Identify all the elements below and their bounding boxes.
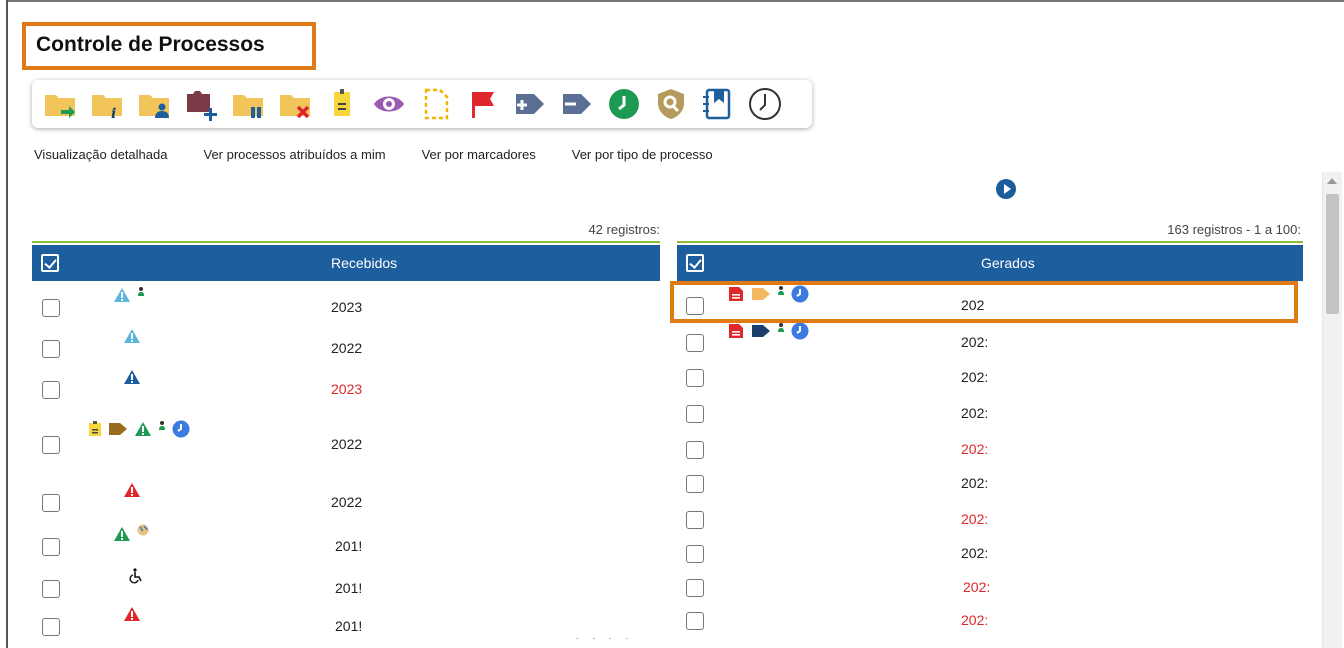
generated-select-all-checkbox[interactable]: [686, 254, 704, 272]
bookmark-list-icon[interactable]: [698, 84, 738, 124]
shield-search-icon[interactable]: [651, 84, 691, 124]
generated-row-checkbox[interactable]: [686, 511, 704, 529]
view-detailed-link[interactable]: Visualização detalhada: [34, 147, 167, 162]
toolbar: i: [32, 80, 812, 128]
page-title: Controle de Processos: [36, 33, 265, 56]
svg-text:i: i: [111, 106, 116, 122]
tag-remove-icon[interactable]: [557, 84, 597, 124]
clock-icon[interactable]: [604, 84, 644, 124]
generated-row-checkbox[interactable]: [686, 579, 704, 597]
generated-process-link[interactable]: 202:: [961, 441, 988, 457]
generated-table-row: 202:: [0, 507, 1300, 537]
view-links: Visualização detalhada Ver processos atr…: [34, 147, 749, 162]
generated-row-checkbox[interactable]: [686, 475, 704, 493]
generated-process-link[interactable]: 202:: [961, 612, 988, 628]
scroll-up-arrow-icon[interactable]: [1327, 178, 1337, 184]
generated-table-row: 202:: [0, 365, 1300, 395]
generated-table-row: 202:: [0, 471, 1300, 501]
generated-table-row: 202:: [0, 437, 1300, 467]
received-header-accent: [32, 241, 660, 243]
folder-pause-icon[interactable]: [228, 84, 268, 124]
dashed-document-icon[interactable]: [416, 84, 456, 124]
scroll-thumb[interactable]: [1326, 194, 1339, 314]
received-count: 42 registros:: [588, 222, 660, 237]
generated-process-link[interactable]: 202:: [961, 369, 988, 385]
generated-table-row: 202:: [0, 401, 1300, 431]
generated-table-row: 202:: [0, 608, 1300, 638]
received-table-header: Recebidos: [32, 245, 660, 281]
generated-row-checkbox[interactable]: [686, 334, 704, 352]
generated-table-row: 202:: [0, 322, 1300, 360]
generated-process-link[interactable]: 202:: [961, 334, 988, 350]
person-small-icon[interactable]: [777, 322, 785, 333]
play-icon[interactable]: [996, 179, 1016, 199]
eye-icon[interactable]: [369, 84, 409, 124]
tag-navy-icon[interactable]: [751, 323, 771, 339]
received-header-label: Recebidos: [331, 255, 398, 271]
clock-blue-icon[interactable]: [791, 322, 809, 340]
folder-send-icon[interactable]: [40, 84, 80, 124]
generated-table-row: 202:: [0, 575, 1300, 605]
generated-count: 163 registros - 1 a 100:: [1167, 222, 1301, 237]
generated-row-checkbox[interactable]: [686, 369, 704, 387]
view-markers-link[interactable]: Ver por marcadores: [422, 147, 536, 162]
folder-add-icon[interactable]: [181, 84, 221, 124]
generated-table-row: 202:: [0, 541, 1300, 571]
generated-header-accent: [677, 241, 1303, 243]
generated-process-link[interactable]: 202:: [961, 545, 988, 561]
generated-row-checkbox[interactable]: [686, 545, 704, 563]
note-icon[interactable]: [322, 84, 362, 124]
generated-header-label: Gerados: [981, 255, 1035, 271]
generated-row-icons: [727, 322, 809, 340]
generated-row-checkbox[interactable]: [686, 441, 704, 459]
generated-process-link[interactable]: 202:: [961, 511, 988, 527]
vertical-scrollbar[interactable]: [1322, 172, 1342, 648]
row-highlight-box: [670, 281, 1298, 323]
flag-icon[interactable]: [463, 84, 503, 124]
tag-add-icon[interactable]: [510, 84, 550, 124]
generated-row-checkbox[interactable]: [686, 405, 704, 423]
view-assigned-link[interactable]: Ver processos atribuídos a mim: [203, 147, 385, 162]
folder-user-icon[interactable]: [134, 84, 174, 124]
received-select-all-checkbox[interactable]: [41, 254, 59, 272]
generated-row-checkbox[interactable]: [686, 612, 704, 630]
generated-process-link[interactable]: 202:: [961, 475, 988, 491]
truncated-text-marks: ....: [576, 631, 643, 641]
clock-outline-icon[interactable]: [745, 84, 785, 124]
generated-process-link[interactable]: 202:: [963, 579, 990, 595]
document-red-icon[interactable]: [727, 323, 745, 339]
window-top-edge: [0, 0, 1344, 2]
folder-info-icon[interactable]: i: [87, 84, 127, 124]
generated-process-link[interactable]: 202:: [961, 405, 988, 421]
generated-table-header: Gerados: [677, 245, 1303, 281]
view-type-link[interactable]: Ver por tipo de processo: [572, 147, 713, 162]
folder-remove-icon[interactable]: [275, 84, 315, 124]
